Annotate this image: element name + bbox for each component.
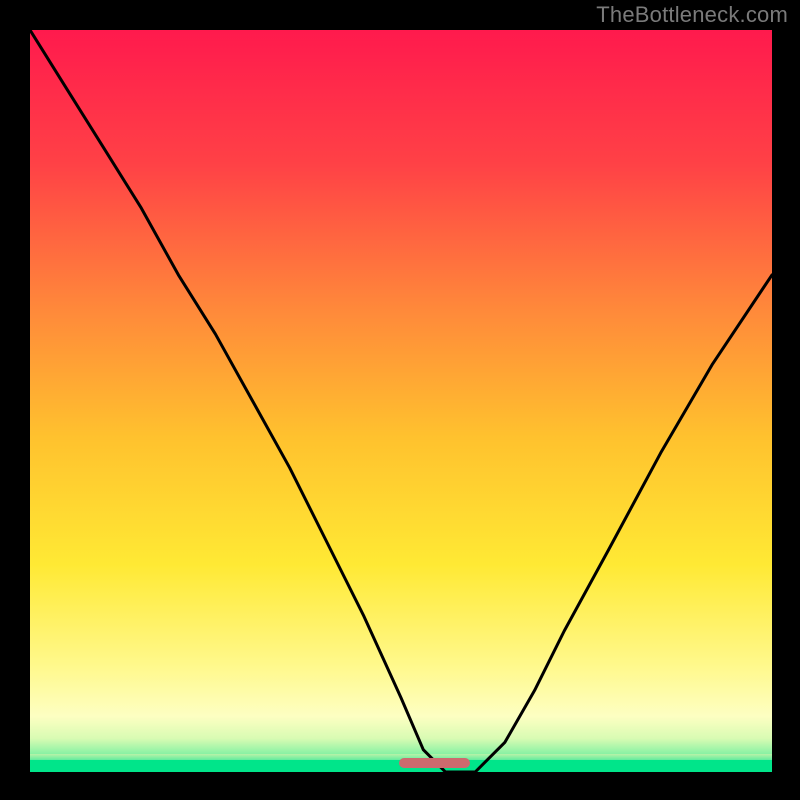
- watermark-text: TheBottleneck.com: [596, 2, 788, 28]
- plot-area: [30, 30, 772, 772]
- bottleneck-curve: [30, 30, 772, 772]
- chart-frame: TheBottleneck.com: [0, 0, 800, 800]
- optimal-range-marker: [399, 758, 469, 768]
